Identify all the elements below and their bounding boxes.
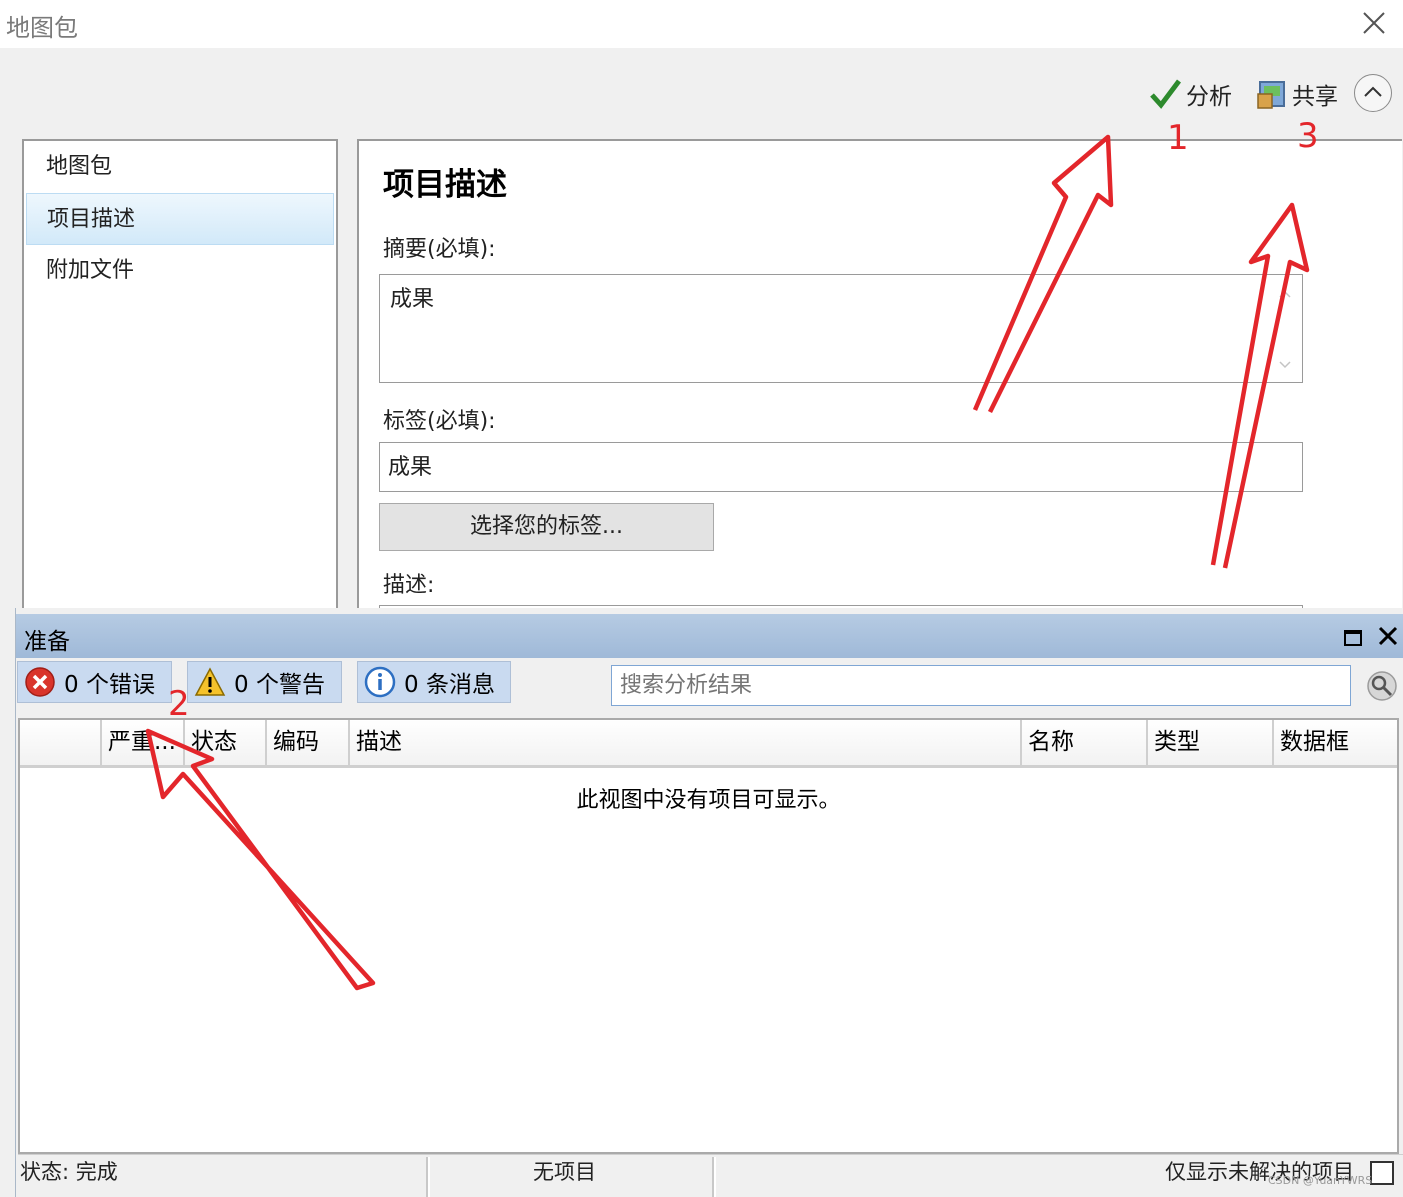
- tags-value: 成果: [388, 455, 433, 480]
- status-bar: 状态: 完成 无项目 仅显示未解决的项目: [18, 1154, 1403, 1197]
- annotation-label-1: 1: [1167, 118, 1189, 158]
- messages-label: 0 条消息: [404, 672, 495, 698]
- analyze-button[interactable]: 分析: [1148, 74, 1232, 114]
- share-package-icon: [1257, 81, 1285, 109]
- nav-item-item-description[interactable]: 项目描述: [26, 193, 334, 245]
- column-header-type[interactable]: 类型: [1146, 720, 1272, 766]
- tags-label: 标签(必填):: [383, 409, 496, 434]
- annotation-label-3: 3: [1297, 116, 1319, 156]
- collapse-button[interactable]: [1354, 74, 1392, 112]
- search-input[interactable]: [611, 665, 1351, 706]
- errors-filter-button[interactable]: 0 个错误: [17, 661, 172, 703]
- column-header-name[interactable]: 名称: [1020, 720, 1146, 766]
- table-header: 严重... 状态 编码 描述 名称 类型 数据框: [20, 720, 1397, 768]
- annotation-label-2: 2: [168, 684, 190, 724]
- prepare-panel: 准备 0 个错误 0 个警告 0 条消息 搜索分析结果 严重... 状态 编码 …: [15, 608, 1403, 1197]
- unresolved-only-checkbox[interactable]: [1370, 1161, 1394, 1185]
- share-label: 共享: [1292, 84, 1338, 110]
- summary-label: 摘要(必填):: [383, 237, 496, 262]
- nav-item-map-package[interactable]: 地图包: [24, 141, 336, 193]
- chevron-up-icon: [1364, 86, 1382, 97]
- title-bar: 地图包: [0, 0, 1403, 48]
- watermark: CSDN @YuanYWRS: [1268, 1174, 1373, 1187]
- window-title: 地图包: [6, 14, 78, 42]
- panel-close-icon[interactable]: [1376, 624, 1400, 648]
- status-divider: [712, 1157, 716, 1197]
- warnings-label: 0 个警告: [234, 672, 325, 698]
- empty-message: 此视图中没有项目可显示。: [576, 788, 841, 813]
- column-header-status[interactable]: 状态: [183, 720, 265, 766]
- status-divider: [426, 1157, 430, 1197]
- description-label: 描述:: [383, 573, 435, 598]
- error-icon: [25, 667, 55, 697]
- scroll-up-icon[interactable]: [1278, 289, 1292, 299]
- summary-textarea[interactable]: 成果: [379, 274, 1303, 383]
- page-title: 项目描述: [383, 167, 507, 203]
- item-description-pane: 项目描述 摘要(必填): 成果 标签(必填): 成果 选择您的标签... 描述:: [357, 139, 1402, 625]
- messages-filter-button[interactable]: 0 条消息: [357, 661, 511, 703]
- info-icon: [364, 666, 396, 698]
- items-count-text: 无项目: [533, 1160, 596, 1184]
- close-icon[interactable]: [1359, 8, 1389, 38]
- column-header-icon[interactable]: [20, 720, 100, 766]
- choose-tags-button[interactable]: 选择您的标签...: [379, 503, 714, 551]
- nav-item-attached-files[interactable]: 附加文件: [24, 245, 336, 297]
- checkmark-icon: [1150, 79, 1181, 109]
- panel-header: 准备: [16, 614, 1403, 658]
- clear-search-icon[interactable]: [1366, 670, 1398, 702]
- share-button[interactable]: 共享: [1256, 74, 1338, 114]
- results-table: 严重... 状态 编码 描述 名称 类型 数据框 此视图中没有项目可显示。: [18, 718, 1399, 1154]
- scroll-down-icon[interactable]: [1278, 360, 1292, 370]
- column-header-code[interactable]: 编码: [265, 720, 348, 766]
- column-header-severity[interactable]: 严重...: [100, 720, 183, 766]
- analyze-label: 分析: [1186, 84, 1232, 110]
- column-header-description[interactable]: 描述: [348, 720, 1020, 766]
- summary-value: 成果: [390, 287, 435, 312]
- warning-icon: [194, 667, 226, 696]
- sidebar-nav: 地图包 项目描述 附加文件: [22, 139, 338, 619]
- status-text: 状态: 完成: [20, 1160, 118, 1184]
- column-header-data-frame[interactable]: 数据框: [1272, 720, 1397, 766]
- errors-label: 0 个错误: [64, 672, 155, 698]
- maximize-icon[interactable]: [1344, 630, 1362, 646]
- panel-title: 准备: [24, 629, 70, 655]
- warnings-filter-button[interactable]: 0 个警告: [187, 661, 342, 703]
- tags-input[interactable]: 成果: [379, 442, 1303, 492]
